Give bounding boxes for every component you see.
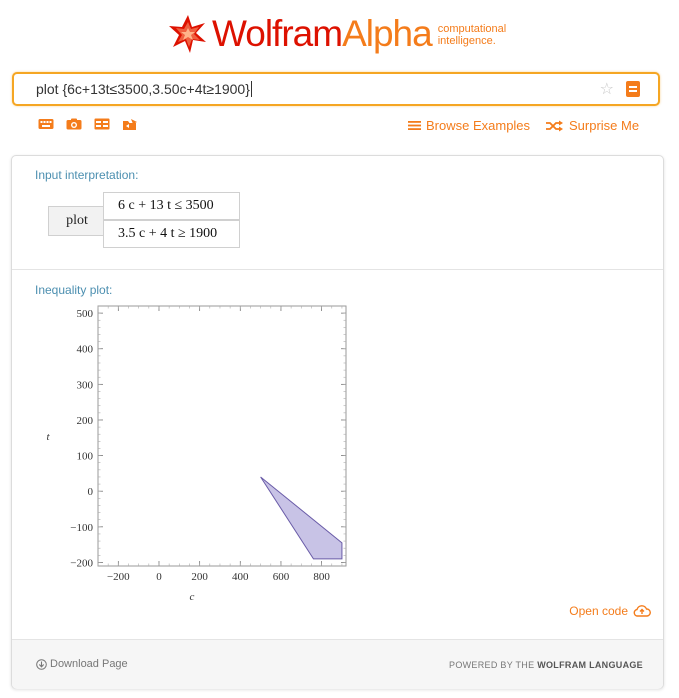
camera-icon[interactable] [66, 118, 82, 130]
hamburger-list-icon [408, 121, 421, 130]
cloud-upload-icon [633, 605, 651, 617]
powered-by[interactable]: POWERED BY THE WOLFRAM LANGUAGE [449, 660, 643, 670]
powered-by-brand: WOLFRAM LANGUAGE [537, 660, 643, 670]
y-tick-label: 300 [77, 379, 94, 391]
x-tick-label: 200 [191, 571, 208, 583]
wolfram-star-icon [169, 15, 206, 53]
y-tick-label: 100 [77, 451, 94, 463]
browse-examples-label: Browse Examples [426, 118, 531, 133]
inequality-plot[interactable]: −200 0 200 400 600 800 −200 −100 0 100 200 300 400 50… [36, 296, 356, 616]
x-tick-label: 400 [232, 571, 249, 583]
y-tick-label: 0 [88, 486, 94, 498]
interpretation-row-1: 6 c + 13 t ≤ 3500 [103, 192, 240, 220]
surprise-me-label: Surprise Me [569, 118, 640, 133]
download-page-link[interactable]: Download Page [36, 658, 128, 670]
table-icon[interactable] [94, 118, 110, 130]
interpretation-row-2: 3.5 c + 4 t ≥ 1900 [103, 220, 240, 248]
x-axis-label: c [190, 591, 195, 603]
x-tick-label: 800 [313, 571, 330, 583]
browse-examples-link[interactable]: Browse Examples [408, 118, 530, 133]
y-tick-label: −100 [70, 522, 93, 534]
x-tick-label: 600 [273, 571, 290, 583]
results-card: Input interpretation: plot 6 c + 13 t ≤ … [11, 155, 664, 689]
examples-upload-icon[interactable] [122, 118, 138, 131]
download-icon [36, 658, 47, 670]
inequality-plot-title: Inequality plot: [35, 283, 113, 297]
results-footer: Download Page POWERED BY THE WOLFRAM LAN… [12, 639, 663, 689]
wolfram-alpha-logo[interactable]: Wolfram Alpha computational intelligence. [168, 12, 506, 56]
tagline: computational intelligence. [438, 23, 507, 47]
tagline-line-2: intelligence. [437, 35, 496, 47]
surprise-me-link[interactable]: Surprise Me [546, 118, 639, 133]
x-tick-label: 0 [156, 571, 162, 583]
open-code-link[interactable]: Open code [569, 604, 651, 618]
brand-alpha: Alpha [342, 13, 433, 54]
search-bar[interactable]: plot {6c+13t≤3500,3.50c+4t≥1900} ☆ [12, 72, 660, 106]
shuffle-icon [546, 120, 563, 131]
download-page-label: Download Page [50, 658, 128, 670]
interpretation-command: plot [48, 206, 106, 236]
input-mode-toolbar [38, 118, 138, 131]
powered-by-prefix: POWERED BY THE [449, 660, 538, 670]
keyboard-icon[interactable] [38, 118, 54, 130]
search-input[interactable]: plot {6c+13t≤3500,3.50c+4t≥1900} [36, 81, 252, 97]
open-code-label: Open code [569, 604, 628, 618]
search-query: plot {6c+13t≤3500,3.50c+4t≥1900} [36, 81, 250, 97]
y-axis-label: t [46, 431, 50, 443]
y-tick-label: 200 [77, 415, 94, 427]
menu-icon[interactable] [626, 81, 640, 97]
y-tick-label: −200 [70, 557, 93, 569]
tagline-line-1: computational [437, 23, 507, 35]
y-tick-label: 400 [77, 344, 94, 356]
input-interpretation-title: Input interpretation: [35, 168, 139, 182]
text-cursor [250, 81, 252, 97]
pod-divider [12, 269, 663, 270]
brand-wolfram: Wolfram [212, 13, 343, 54]
favorite-star-icon[interactable]: ☆ [600, 79, 614, 99]
y-tick-label: 500 [77, 308, 94, 320]
x-tick-label: −200 [107, 571, 130, 583]
